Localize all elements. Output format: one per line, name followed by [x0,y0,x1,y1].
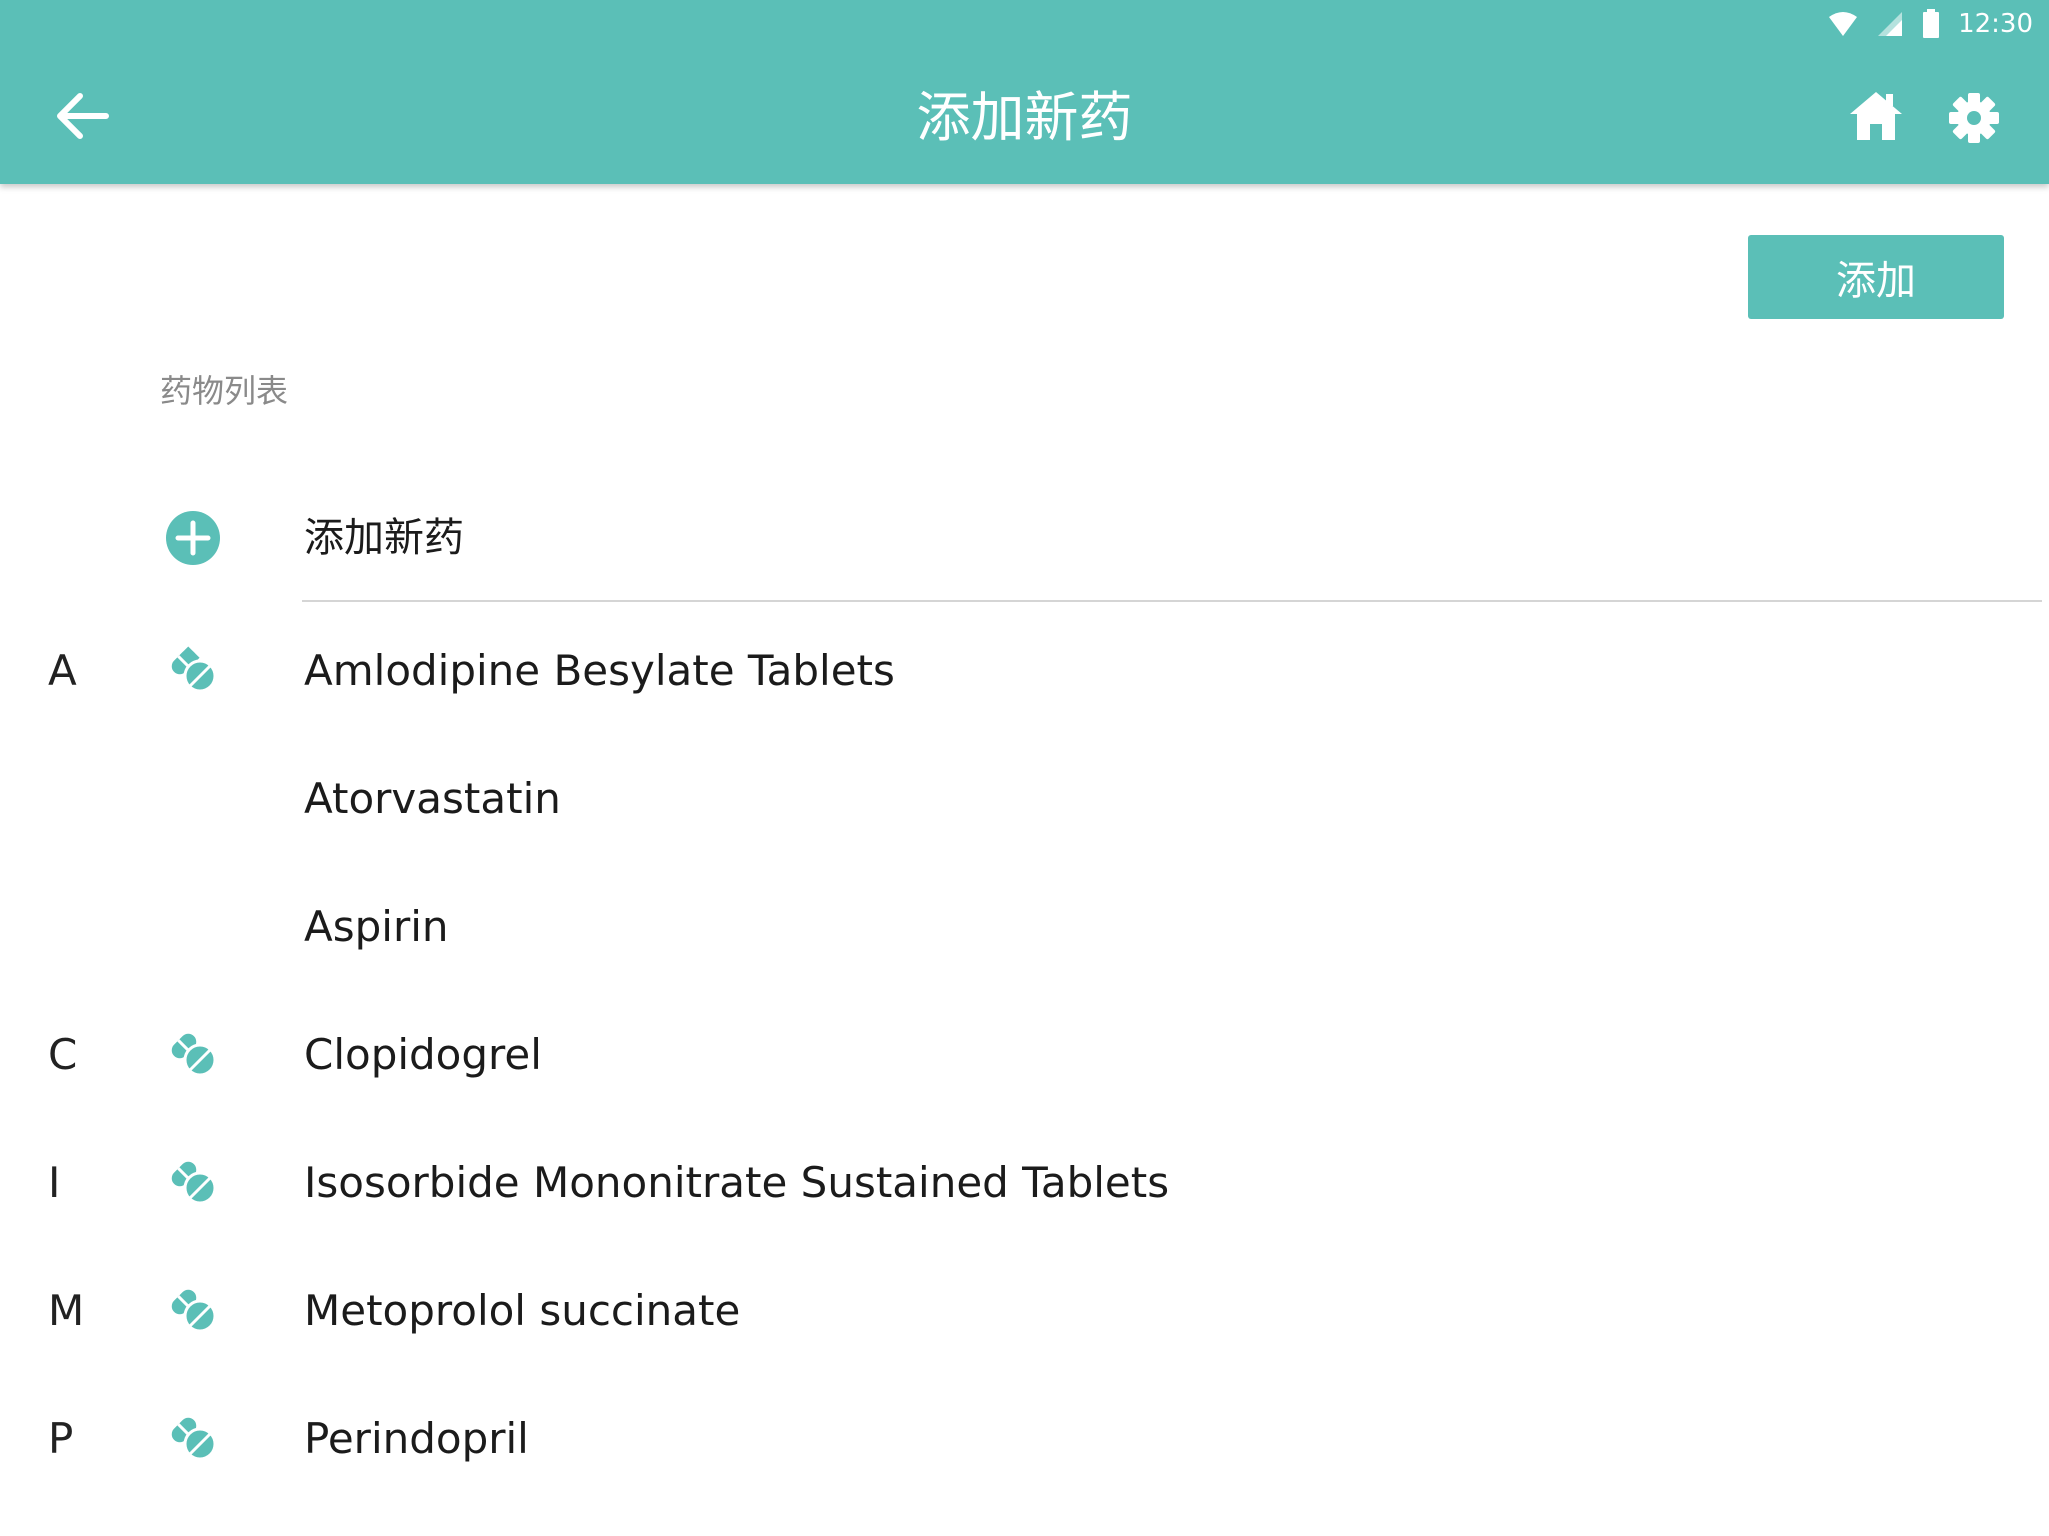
index-letter: I [48,1158,61,1207]
signal-icon [1878,12,1903,36]
pill-icon [171,646,217,693]
list-item[interactable]: Aspirin [0,866,2049,994]
wifi-icon [1829,12,1858,36]
medication-name: Metoprolol succinate [304,1286,741,1335]
settings-button[interactable] [1948,92,2000,144]
list-item[interactable]: M Metoprolol succinate [0,1250,2049,1378]
pill-icon [171,1417,217,1461]
add-new-medication-label: 添加新药 [304,515,464,561]
home-icon [1850,92,1902,140]
page-title: 添加新药 [916,86,1133,149]
add-new-medication-row[interactable]: 添加新药 [0,490,2049,580]
status-time: 12:30 [1958,9,2033,39]
battery-icon [1923,9,1940,38]
home-button[interactable] [1848,90,1904,142]
app-bar: 12:30 添加新药 [0,0,2049,184]
add-button[interactable]: 添加 [1748,235,2004,319]
pill-icon [171,1033,217,1077]
section-label: 药物列表 [160,372,289,410]
medication-name: Isosorbide Mononitrate Sustained Tablets [304,1158,1170,1207]
list-item[interactable]: C Clopidogrel [0,994,2049,1122]
index-letter: P [48,1414,74,1463]
status-bar: 12:30 [1828,8,2033,40]
index-letter: C [48,1030,78,1079]
list-item[interactable]: A Amlodipine Besylate Tablets [0,610,2049,738]
list-item[interactable]: Atorvastatin [0,738,2049,866]
pill-icon [171,1289,217,1333]
list-item[interactable]: P Perindopril [0,1378,2049,1506]
pill-icon [171,1161,217,1205]
medication-name: Perindopril [304,1414,529,1463]
list-item[interactable]: I Isosorbide Mononitrate Sustained Table… [0,1122,2049,1250]
medication-name: Clopidogrel [304,1030,542,1079]
medication-name: Atorvastatin [304,774,561,823]
index-letter: M [48,1286,85,1335]
index-letter: A [48,646,77,695]
medication-list: A Amlodipine Besylate Tablets Atorvastat… [0,610,2049,1506]
gear-icon [1949,93,1999,143]
divider [302,600,2042,602]
medication-name: Amlodipine Besylate Tablets [304,646,895,695]
plus-circle-icon [166,511,220,565]
medication-name: Aspirin [304,902,449,951]
